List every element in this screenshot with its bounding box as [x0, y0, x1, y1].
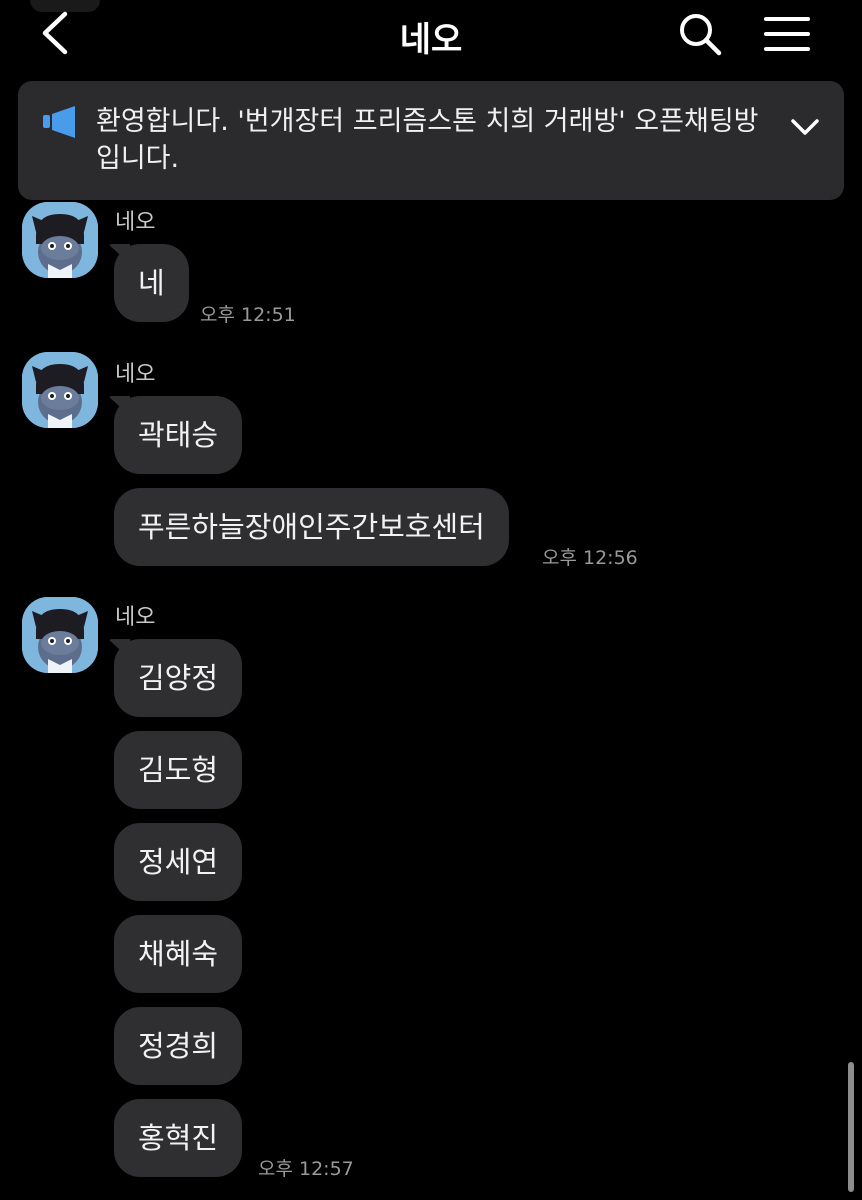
sender-name: 네오: [115, 210, 156, 235]
sender-name: 네오: [115, 362, 156, 387]
neo-character-avatar: [22, 352, 98, 428]
notice-banner[interactable]: 환영합니다. '번개장터 프리즘스톤 치희 거래방' 오픈채팅방입니다.: [18, 81, 844, 200]
notice-text: 환영합니다. '번개장터 프리즘스톤 치희 거래방' 오픈채팅방입니다.: [96, 106, 759, 174]
notice-expand-button[interactable]: [784, 107, 826, 149]
neo-character-avatar: [22, 597, 98, 673]
message-bubble[interactable]: 푸른하늘장애인주간보호센터: [114, 488, 509, 566]
message-bubble[interactable]: 김도형: [114, 731, 243, 809]
hamburger-menu-icon: [764, 17, 810, 51]
message-bubble[interactable]: 홍혁진: [114, 1099, 243, 1177]
message-bubble[interactable]: 정세연: [114, 823, 243, 901]
neo-character-avatar: [22, 202, 98, 278]
megaphone-icon: [42, 105, 78, 139]
message-time: 오후 12:51: [200, 304, 296, 326]
chat-header: 네오: [0, 0, 862, 68]
message-bubble[interactable]: 김양정: [114, 639, 243, 717]
back-button[interactable]: [34, 10, 78, 56]
avatar[interactable]: [22, 202, 98, 278]
message-bubble[interactable]: 정경희: [114, 1007, 243, 1085]
message-bubble[interactable]: 채혜숙: [114, 915, 243, 993]
search-button[interactable]: [676, 10, 724, 58]
avatar[interactable]: [22, 597, 98, 673]
chat-title: 네오: [399, 20, 463, 60]
scrollbar[interactable]: [848, 1062, 854, 1192]
search-icon: [680, 14, 722, 56]
menu-button[interactable]: [760, 12, 814, 56]
avatar[interactable]: [22, 352, 98, 428]
message-time: 오후 12:56: [542, 547, 638, 569]
chevron-down-icon: [791, 119, 819, 135]
message-time: 오후 12:57: [258, 1158, 354, 1180]
sender-name: 네오: [115, 605, 156, 630]
message-bubble[interactable]: 네: [114, 244, 189, 322]
message-bubble[interactable]: 곽태승: [114, 396, 243, 474]
chevron-left-icon: [42, 11, 68, 55]
